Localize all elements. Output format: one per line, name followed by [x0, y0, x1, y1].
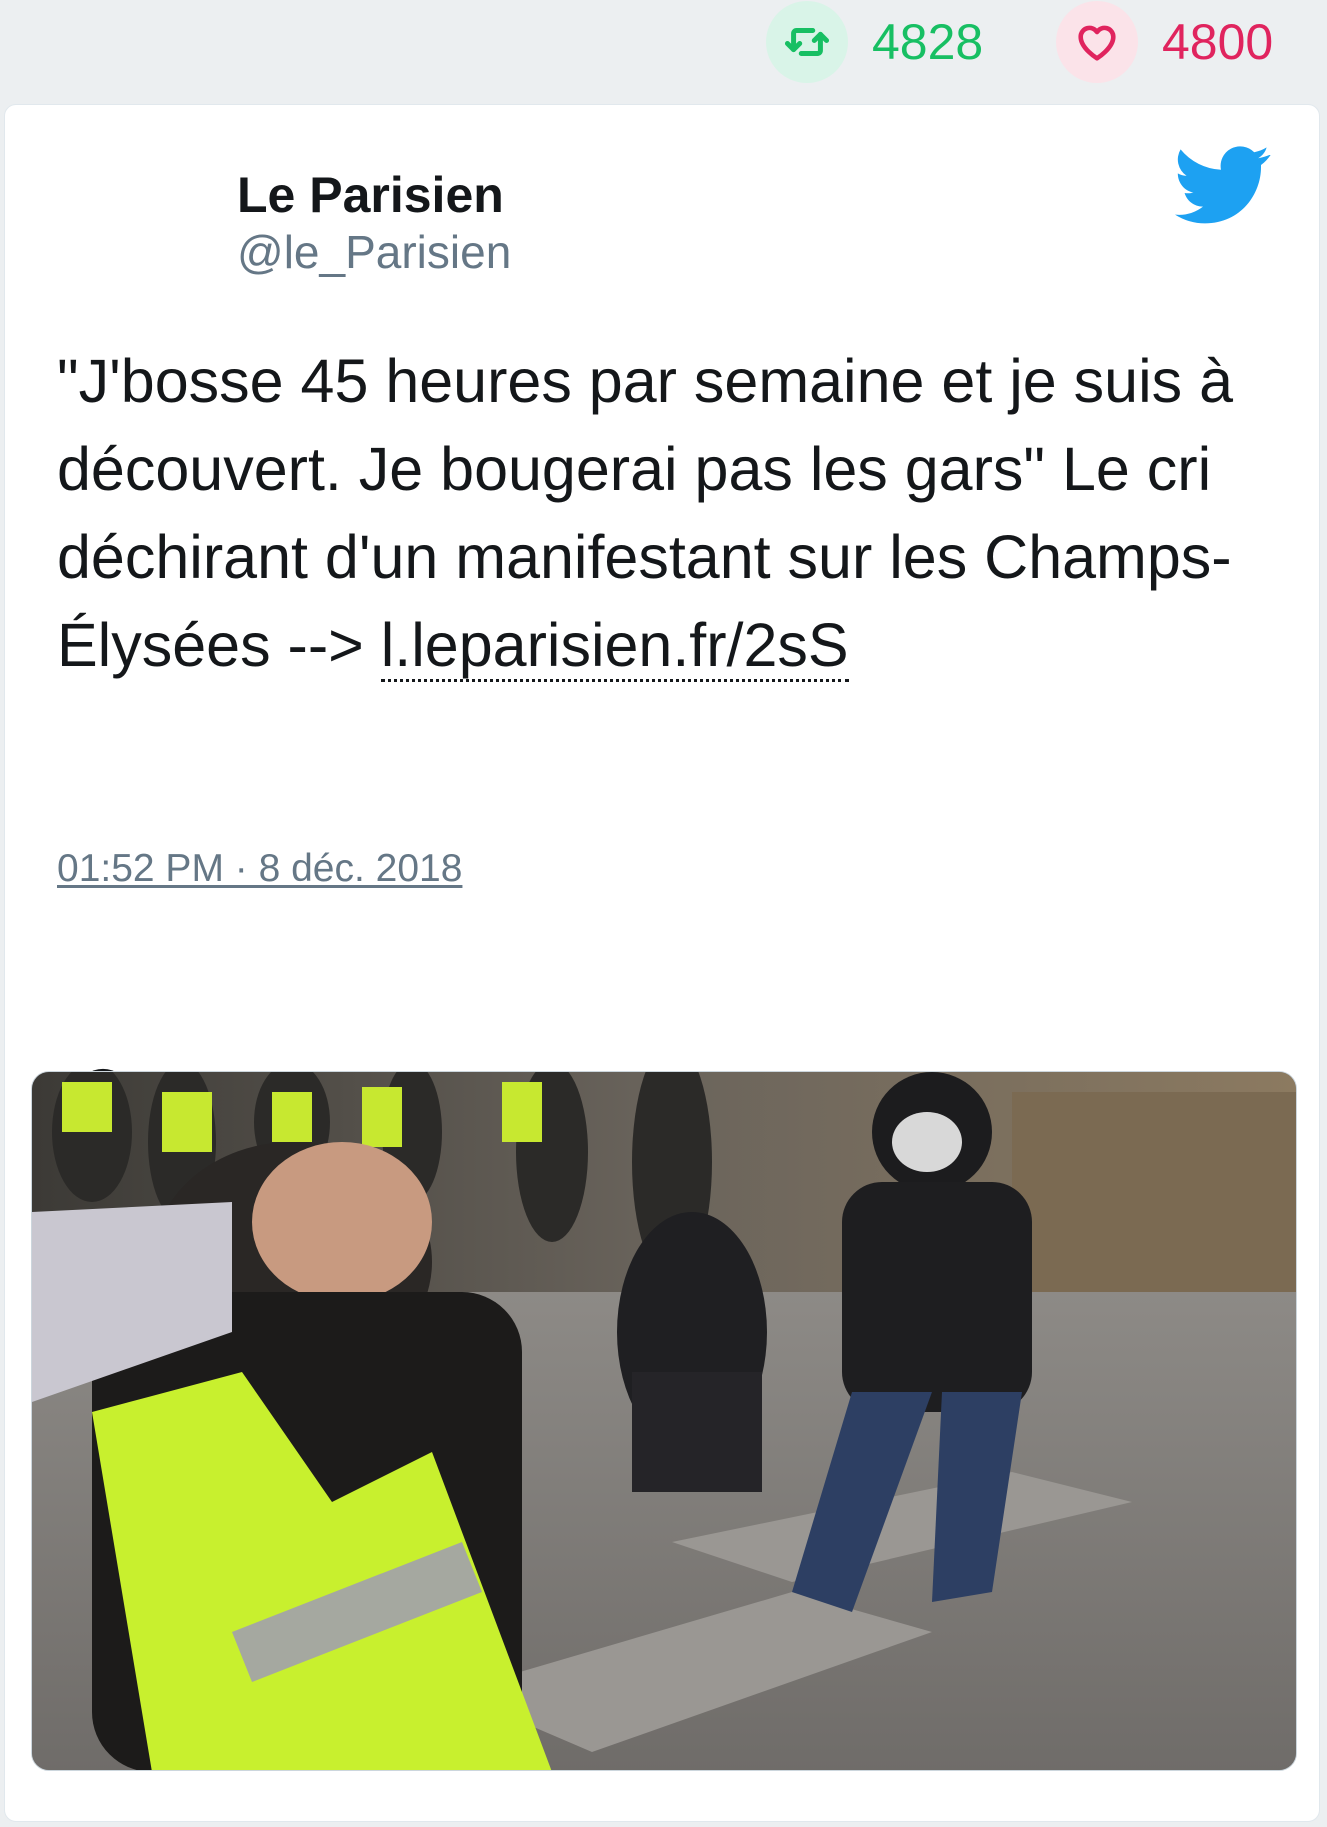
protest-photo: [32, 1072, 1296, 1770]
retweet-count-stat[interactable]: 4828: [766, 1, 984, 83]
author-handle: @le_Parisien: [237, 226, 512, 278]
retweet-icon: [766, 1, 848, 83]
tweet-text: "J'bosse 45 heures par semaine et je sui…: [57, 337, 1267, 689]
tweet-stats-bar: 4828 4800: [0, 0, 1327, 100]
retweet-count: 4828: [872, 14, 984, 70]
author-name: Le Parisien: [237, 167, 504, 223]
tweet-media-photo[interactable]: [31, 1071, 1297, 1771]
like-count-stat[interactable]: 4800: [1056, 1, 1274, 83]
tweet-timestamp[interactable]: 01:52 PM · 8 déc. 2018: [57, 847, 462, 891]
tweet-card: Le Parisien @le_Parisien "J'bosse 45 heu…: [4, 104, 1320, 1822]
like-count: 4800: [1162, 14, 1274, 70]
twitter-bird-icon[interactable]: [1175, 145, 1271, 229]
tweet-link[interactable]: l.leparisien.fr/2sS: [380, 611, 849, 682]
heart-icon: [1056, 1, 1138, 83]
tweet-author[interactable]: Le Parisien @le_Parisien: [237, 165, 511, 280]
